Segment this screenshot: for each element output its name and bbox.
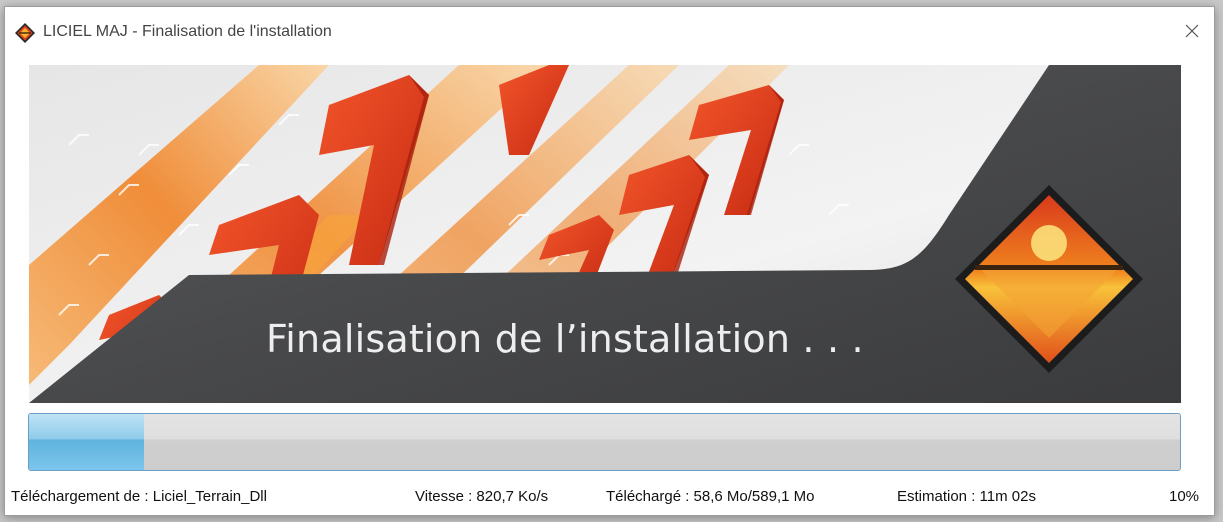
status-bar: Téléchargement de : Liciel_Terrain_Dll V… bbox=[5, 485, 1214, 511]
close-button[interactable] bbox=[1170, 7, 1214, 55]
downloading-file-label: Téléchargement de : Liciel_Terrain_Dll bbox=[11, 488, 267, 505]
percent-label: 10% bbox=[1169, 488, 1200, 505]
window-title: LICIEL MAJ - Finalisation de l'installat… bbox=[43, 23, 332, 40]
liciel-app-icon bbox=[15, 23, 35, 43]
download-progress-bar bbox=[28, 413, 1181, 471]
downloaded-size-label: Téléchargé : 58,6 Mo/589,1 Mo bbox=[606, 488, 815, 505]
installer-window: LICIEL MAJ - Finalisation de l'installat… bbox=[4, 6, 1215, 516]
progress-fill bbox=[29, 414, 145, 470]
banner-image: Finalisation de l’installation . . . bbox=[29, 65, 1181, 403]
speed-label: Vitesse : 820,7 Ko/s bbox=[415, 488, 549, 505]
close-icon bbox=[1185, 24, 1199, 38]
banner-title: Finalisation de l’installation . . . bbox=[266, 317, 864, 361]
time-estimate-label: Estimation : 11m 02s bbox=[897, 488, 1036, 505]
title-bar[interactable]: LICIEL MAJ - Finalisation de l'installat… bbox=[5, 7, 1214, 57]
